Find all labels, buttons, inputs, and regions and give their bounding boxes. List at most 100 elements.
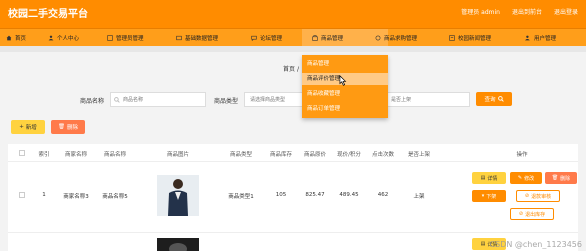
nav-admin-manage-label: 管理员管理 [116,36,144,42]
th-operation: 操作 [516,152,528,158]
detail-button-label: 详情 [487,175,498,182]
menu-item-goods[interactable]: 商品管理 [302,58,388,70]
goods-table: 索引 商家名称 商品名称 商品图片 商品类型 商品库存 商品原价 现价/积分 点… [8,144,578,251]
refund-icon: ⊘ [524,193,530,199]
off-shelf-button[interactable]: ▾ 下架 [472,190,506,202]
refund-audit-button-label: 退款审核 [531,193,552,200]
user-icon [48,35,54,41]
cell-on-sale: 上架 [413,194,425,200]
th-price: 商品原价 [303,152,327,158]
nav-goods-request[interactable]: 商品求购管理 [375,29,417,47]
cell-stock: 105 [275,192,287,198]
person-photo [157,175,199,216]
goods-type-label: 商品类型 [214,98,239,105]
detail-icon-next: ▤ [480,241,486,247]
th-index: 索引 [38,152,50,158]
add-button-label: 新增 [25,125,37,131]
th-on-sale: 是否上架 [407,152,431,158]
cell-index: 1 [42,192,46,198]
th-clicks: 点击次数 [371,152,395,158]
breadcrumb-home[interactable]: 首页 [283,66,295,73]
logout-link[interactable]: 退出登录 [554,7,578,16]
nav-personal-center-label: 个人中心 [57,36,80,42]
csdn-watermark: CSDN @chen_1123456 [489,240,582,249]
edit-button-label: 修改 [524,175,535,182]
cell-goods-name: 商品名称5 [102,194,128,200]
goods-icon [312,35,318,41]
nav-admin-manage[interactable]: 管理员管理 [107,29,144,47]
breadcrumb-separator: / [296,66,299,73]
select-all-checkbox[interactable] [19,150,25,156]
detail-icon: ▤ [480,175,486,181]
nav-basic-data-label: 基础数据管理 [185,36,219,42]
ship-stock-button[interactable]: ⊘ 退出库存 [510,208,554,220]
trash-icon: 🗑 [58,124,65,130]
batch-delete-button[interactable]: 🗑 删除 [51,120,85,134]
refund-audit-button[interactable]: ⊘ 退款审核 [516,190,560,202]
admin-icon [107,35,113,41]
goods-name-label: 商品名称 [80,98,105,105]
menu-item-goods-favorite[interactable]: 商品收藏管理 [302,88,388,100]
detail-button[interactable]: ▤ 详情 [472,172,506,184]
th-goods-type: 商品类型 [229,152,253,158]
nav-goods-label: 商品管理 [321,36,344,42]
ship-stock-button-label: 退出库存 [525,211,546,218]
edit-button[interactable]: ✎ 修改 [510,172,542,184]
cell-goods-type: 商品类型1 [228,194,254,200]
top-header: 校园二手交易平台 管理员 admin 退出到前台 退出登录 [0,0,586,28]
data-icon [176,35,182,41]
goods-image [157,175,199,216]
batch-delete-label: 删除 [66,125,78,131]
off-shelf-icon: ▾ [481,193,485,199]
admin-user-link[interactable]: 管理员 admin [461,7,500,16]
nav-campus-news-label: 校园新闻管理 [458,36,492,42]
th-stock: 商品库存 [269,152,293,158]
edit-icon: ✎ [517,175,523,181]
ship-icon: ⊘ [518,211,524,217]
mouse-cursor-icon [339,75,347,86]
menu-item-goods-order[interactable]: 商品订单管理 [302,103,388,115]
next-photo [157,240,199,251]
query-button[interactable]: 查询 [476,92,512,106]
nav-personal-center[interactable]: 个人中心 [48,29,79,47]
nav-campus-news[interactable]: 校园新闻管理 [449,29,491,47]
delete-button[interactable]: 🗑 删除 [545,172,577,184]
search-icon [114,97,120,103]
nav-home-label: 首页 [15,36,27,42]
users-icon [525,35,530,41]
breadcrumb: 首页 / [283,64,299,73]
off-shelf-button-label: 下架 [486,193,497,200]
goods-image-next [157,238,199,251]
query-button-label: 查询 [484,97,496,103]
delete-button-label: 删除 [560,175,571,182]
main-nav: 首页 个人中心 管理员管理 基础数据管理 论坛管理 商品管理 商品求购管理 校园… [0,28,586,47]
nav-home[interactable]: 首页 [6,29,26,47]
table-header: 索引 商家名称 商品名称 商品图片 商品类型 商品库存 商品原价 现价/积分 点… [8,144,578,162]
add-button[interactable]: + 新增 [11,120,45,134]
cell-clicks: 462 [377,192,389,198]
on-sale-select[interactable] [378,92,470,107]
th-goods-image: 商品图片 [166,152,190,158]
nav-forum-label: 论坛管理 [260,36,283,42]
app-title: 校园二手交易平台 [8,9,88,20]
request-icon [375,35,381,41]
top-links: 管理员 admin 退出到前台 退出登录 [461,7,578,16]
plus-icon: + [19,124,24,130]
home-icon [6,35,12,41]
th-seller: 商家名称 [64,152,88,158]
th-now-price: 现价/积分 [337,152,361,158]
row-divider [8,232,578,233]
forum-icon [251,35,257,41]
query-search-icon [497,96,504,102]
cell-price: 825.47 [305,192,325,198]
nav-users[interactable]: 用户管理 [525,29,556,47]
nav-forum[interactable]: 论坛管理 [251,29,282,47]
cell-now-price: 489.45 [339,192,359,198]
goods-name-input[interactable] [110,92,206,107]
row-checkbox[interactable] [19,192,25,198]
nav-basic-data[interactable]: 基础数据管理 [176,29,218,47]
news-icon [449,35,455,41]
frontend-link[interactable]: 退出到前台 [512,7,542,16]
cell-seller: 商家名称3 [63,194,89,200]
nav-users-label: 用户管理 [534,36,557,42]
